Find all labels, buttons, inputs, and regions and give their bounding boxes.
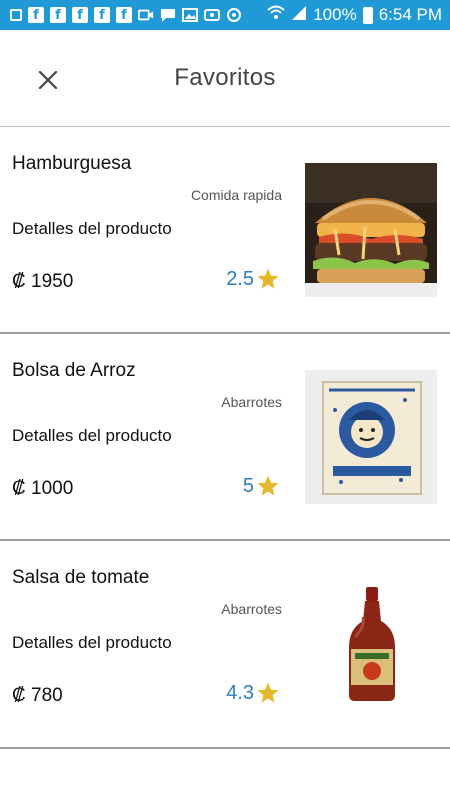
- rating-value: 5: [242, 474, 254, 497]
- product-card[interactable]: Hamburguesa Comida rapida Detalles del p…: [0, 127, 450, 334]
- facebook-icon: [72, 7, 88, 23]
- device-icon: [204, 7, 220, 23]
- product-image-hamburger: [305, 163, 437, 297]
- star-icon: [257, 475, 279, 496]
- sync-icon: [226, 7, 242, 23]
- status-right: 100% 6:54 PM: [267, 5, 442, 26]
- product-category: Abarrotes: [221, 394, 282, 410]
- product-name: Hamburguesa: [12, 153, 132, 174]
- notification-square-icon: [10, 9, 22, 21]
- product-rating: 4.3: [226, 681, 280, 705]
- product-name: Salsa de tomate: [12, 567, 150, 588]
- product-price: ₡ 780: [12, 685, 63, 706]
- signal-icon: [291, 5, 307, 26]
- facebook-icon: [28, 7, 44, 23]
- product-category: Abarrotes: [221, 601, 282, 617]
- product-price: ₡ 1000: [12, 478, 74, 499]
- gallery-icon: [182, 7, 198, 23]
- star-icon: [257, 682, 279, 703]
- product-details-link[interactable]: Detalles del producto: [12, 633, 172, 653]
- video-icon: [138, 7, 154, 23]
- product-image-rice-bag: [305, 370, 437, 504]
- facebook-icon: [94, 7, 110, 23]
- rating-value: 4.3: [226, 681, 254, 704]
- product-card[interactable]: Salsa de tomate Abarrotes Detalles del p…: [0, 541, 450, 749]
- battery-icon: [362, 6, 373, 24]
- status-bar: 100% 6:54 PM: [0, 0, 450, 30]
- facebook-icon: [116, 7, 132, 23]
- product-price: ₡ 1950: [12, 271, 74, 292]
- wifi-icon: [267, 5, 285, 26]
- notification-icons: [10, 7, 242, 23]
- clock: 6:54 PM: [378, 5, 442, 24]
- product-details-link[interactable]: Detalles del producto: [12, 219, 172, 239]
- facebook-icon: [50, 7, 66, 23]
- product-rating: 5: [243, 474, 280, 498]
- product-details-link[interactable]: Detalles del producto: [12, 426, 172, 446]
- rating-value: 2.5: [226, 267, 254, 290]
- product-category: Comida rapida: [190, 187, 282, 203]
- battery-level: 100%: [313, 5, 357, 24]
- product-name: Bolsa de Arroz: [12, 360, 136, 381]
- star-icon: [257, 268, 279, 289]
- product-rating: 2.5: [226, 267, 280, 291]
- page-title: Favoritos: [174, 64, 276, 91]
- product-image-sauce-bottle: [305, 577, 437, 711]
- product-card[interactable]: Bolsa de Arroz Abarrotes Detalles del pr…: [0, 334, 450, 541]
- message-icon: [160, 7, 176, 23]
- app-header: Favoritos: [0, 30, 450, 127]
